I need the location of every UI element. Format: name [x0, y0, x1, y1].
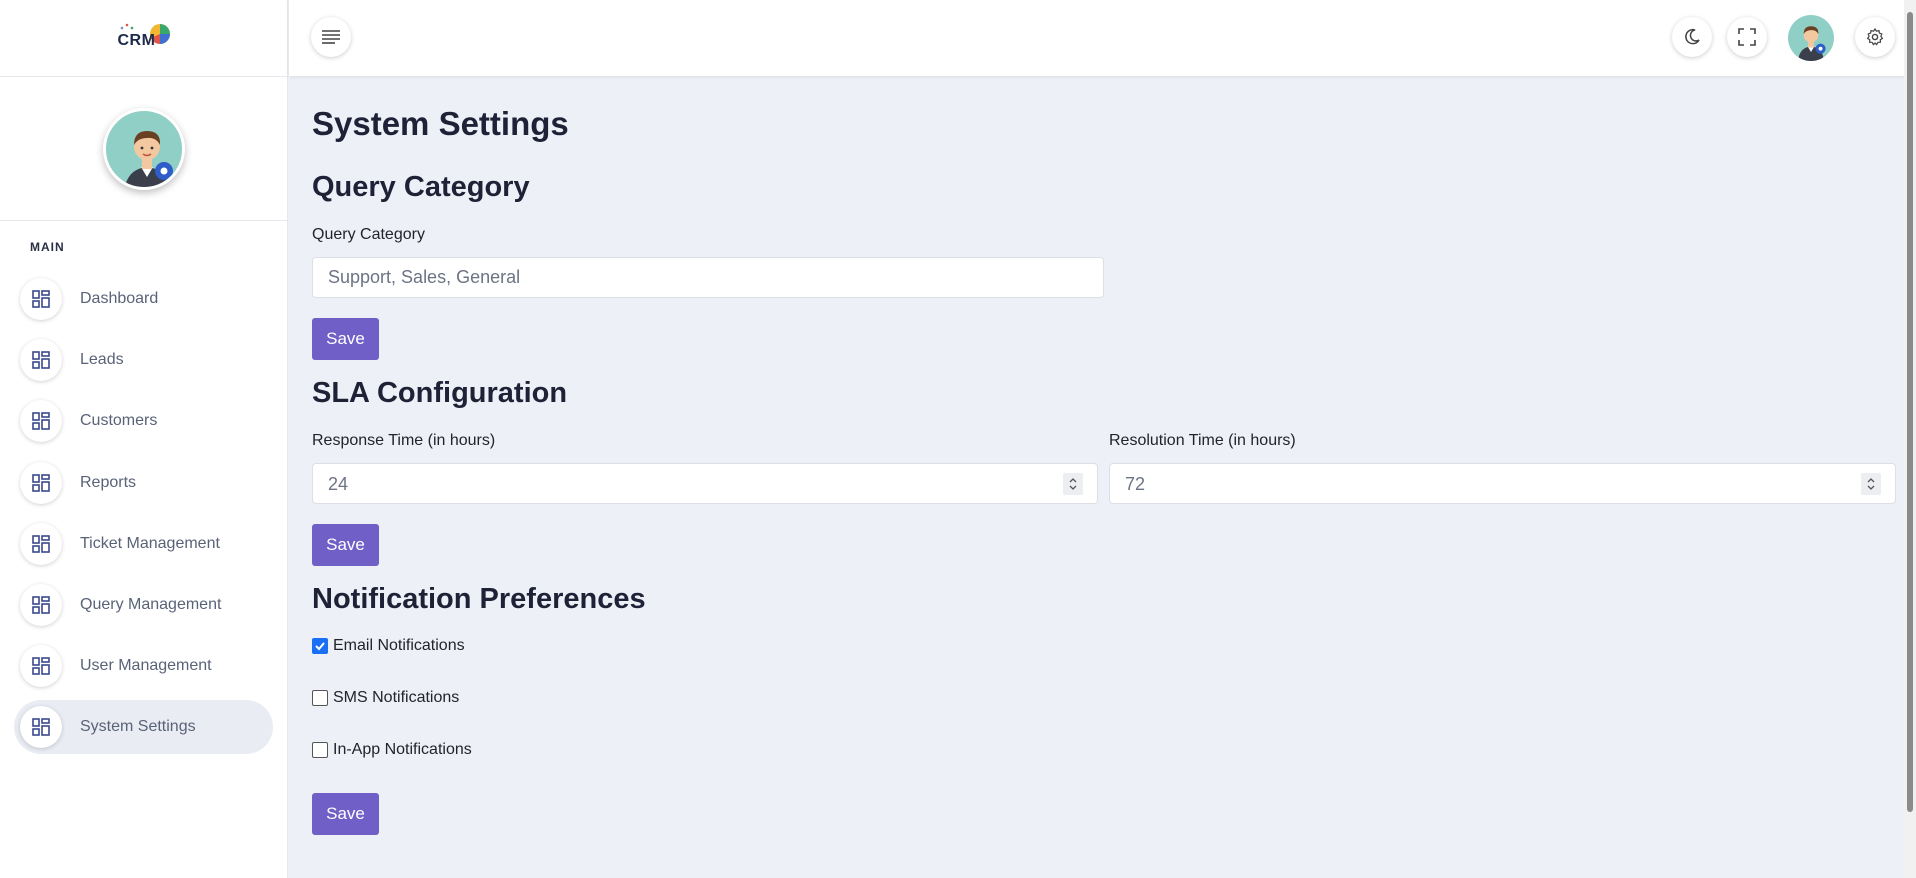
dashboard-grid-icon — [20, 400, 62, 443]
sla-save-button[interactable]: Save — [312, 524, 379, 566]
fullscreen-icon — [1738, 28, 1756, 46]
sms-notifications-option[interactable]: SMS Notifications — [312, 689, 459, 707]
query-category-heading: Query Category — [312, 171, 530, 203]
query-category-label: Query Category — [312, 226, 425, 243]
page-scrollbar[interactable] — [1904, 0, 1916, 878]
fullscreen-button[interactable] — [1727, 17, 1767, 57]
stepper-arrows-icon — [1069, 478, 1077, 490]
sidebar-item-label: Customers — [80, 412, 158, 430]
sidebar-section-label: MAIN — [30, 240, 65, 254]
sidebar-item-label: Query Management — [80, 595, 222, 613]
moon-icon — [1685, 28, 1700, 45]
sidebar-item-query-management[interactable]: Query Management — [14, 578, 273, 632]
sidebar-item-user-management[interactable]: User Management — [14, 639, 273, 693]
sidebar-item-ticket-management[interactable]: Ticket Management — [14, 517, 273, 571]
gear-icon — [1866, 28, 1884, 46]
sidebar-item-label: User Management — [80, 657, 212, 675]
sidebar-item-customers[interactable]: Customers — [14, 394, 273, 448]
inapp-notifications-option[interactable]: In-App Notifications — [312, 741, 472, 759]
sidebar-item-label: Leads — [80, 351, 124, 369]
sidebar-item-label: Dashboard — [80, 290, 159, 307]
email-notifications-option[interactable]: Email Notifications — [312, 637, 465, 655]
dashboard-grid-icon — [20, 461, 62, 504]
notifications-save-button[interactable]: Save — [312, 793, 379, 835]
checkmark-icon — [315, 642, 325, 651]
crm-logo[interactable]: CRM — [114, 20, 174, 56]
sms-notifications-checkbox[interactable] — [312, 690, 328, 706]
dashboard-grid-icon — [20, 522, 62, 565]
dashboard-grid-icon — [20, 706, 62, 749]
page-title: System Settings — [312, 105, 569, 142]
dashboard-grid-icon — [20, 278, 62, 320]
sidebar-nav: Dashboard Leads Customers Reports Ticket Man… — [14, 272, 273, 762]
query-category-save-button[interactable]: Save — [312, 318, 379, 360]
sidebar-item-label: Ticket Management — [80, 534, 220, 552]
resolution-time-label: Resolution Time (in hours) — [1109, 432, 1296, 449]
sidebar-item-dashboard[interactable]: Dashboard — [14, 272, 273, 326]
menu-toggle-button[interactable] — [311, 17, 351, 57]
sms-notifications-label: SMS Notifications — [333, 689, 460, 706]
response-time-input[interactable]: 24 — [312, 463, 1098, 504]
logo-text: CRM — [117, 32, 156, 49]
theme-toggle-button[interactable] — [1672, 17, 1712, 57]
response-time-stepper[interactable] — [1063, 473, 1083, 495]
sidebar-item-label: Reports — [80, 473, 137, 491]
sla-configuration-heading: SLA Configuration — [312, 377, 568, 409]
sidebar: CRM MAIN Dashboard Leads Customers Reports T… — [0, 0, 288, 878]
top-header — [289, 0, 1916, 76]
inapp-notifications-checkbox[interactable] — [312, 742, 328, 758]
avatar[interactable] — [102, 107, 185, 190]
inapp-notifications-label: In-App Notifications — [333, 741, 472, 758]
sidebar-item-leads[interactable]: Leads — [14, 333, 273, 387]
query-category-input[interactable] — [312, 257, 1104, 298]
user-admin-icon — [1798, 26, 1826, 61]
resolution-time-value: 72 — [1125, 474, 1146, 494]
email-notifications-checkbox[interactable] — [312, 638, 328, 654]
header-user-avatar[interactable] — [1788, 15, 1834, 61]
profile-area — [0, 77, 287, 221]
dashboard-grid-icon — [20, 339, 62, 382]
response-time-value: 24 — [328, 474, 349, 494]
hamburger-menu-icon — [322, 30, 340, 44]
resolution-time-input[interactable]: 72 — [1109, 463, 1896, 504]
settings-button[interactable] — [1855, 17, 1895, 57]
email-notifications-label: Email Notifications — [333, 637, 465, 654]
stepper-arrows-icon — [1867, 478, 1875, 490]
dashboard-grid-icon — [20, 583, 62, 626]
sidebar-item-reports[interactable]: Reports — [14, 456, 273, 510]
scrollbar-thumb[interactable] — [1907, 12, 1913, 812]
notification-preferences-heading: Notification Preferences — [312, 583, 646, 615]
sidebar-item-label: System Settings — [80, 718, 196, 736]
user-admin-icon — [124, 130, 173, 187]
sidebar-item-system-settings[interactable]: System Settings — [14, 700, 273, 755]
logo-bar: CRM — [0, 0, 287, 77]
response-time-label: Response Time (in hours) — [312, 432, 496, 449]
dashboard-grid-icon — [20, 645, 62, 688]
resolution-time-stepper[interactable] — [1861, 473, 1881, 495]
